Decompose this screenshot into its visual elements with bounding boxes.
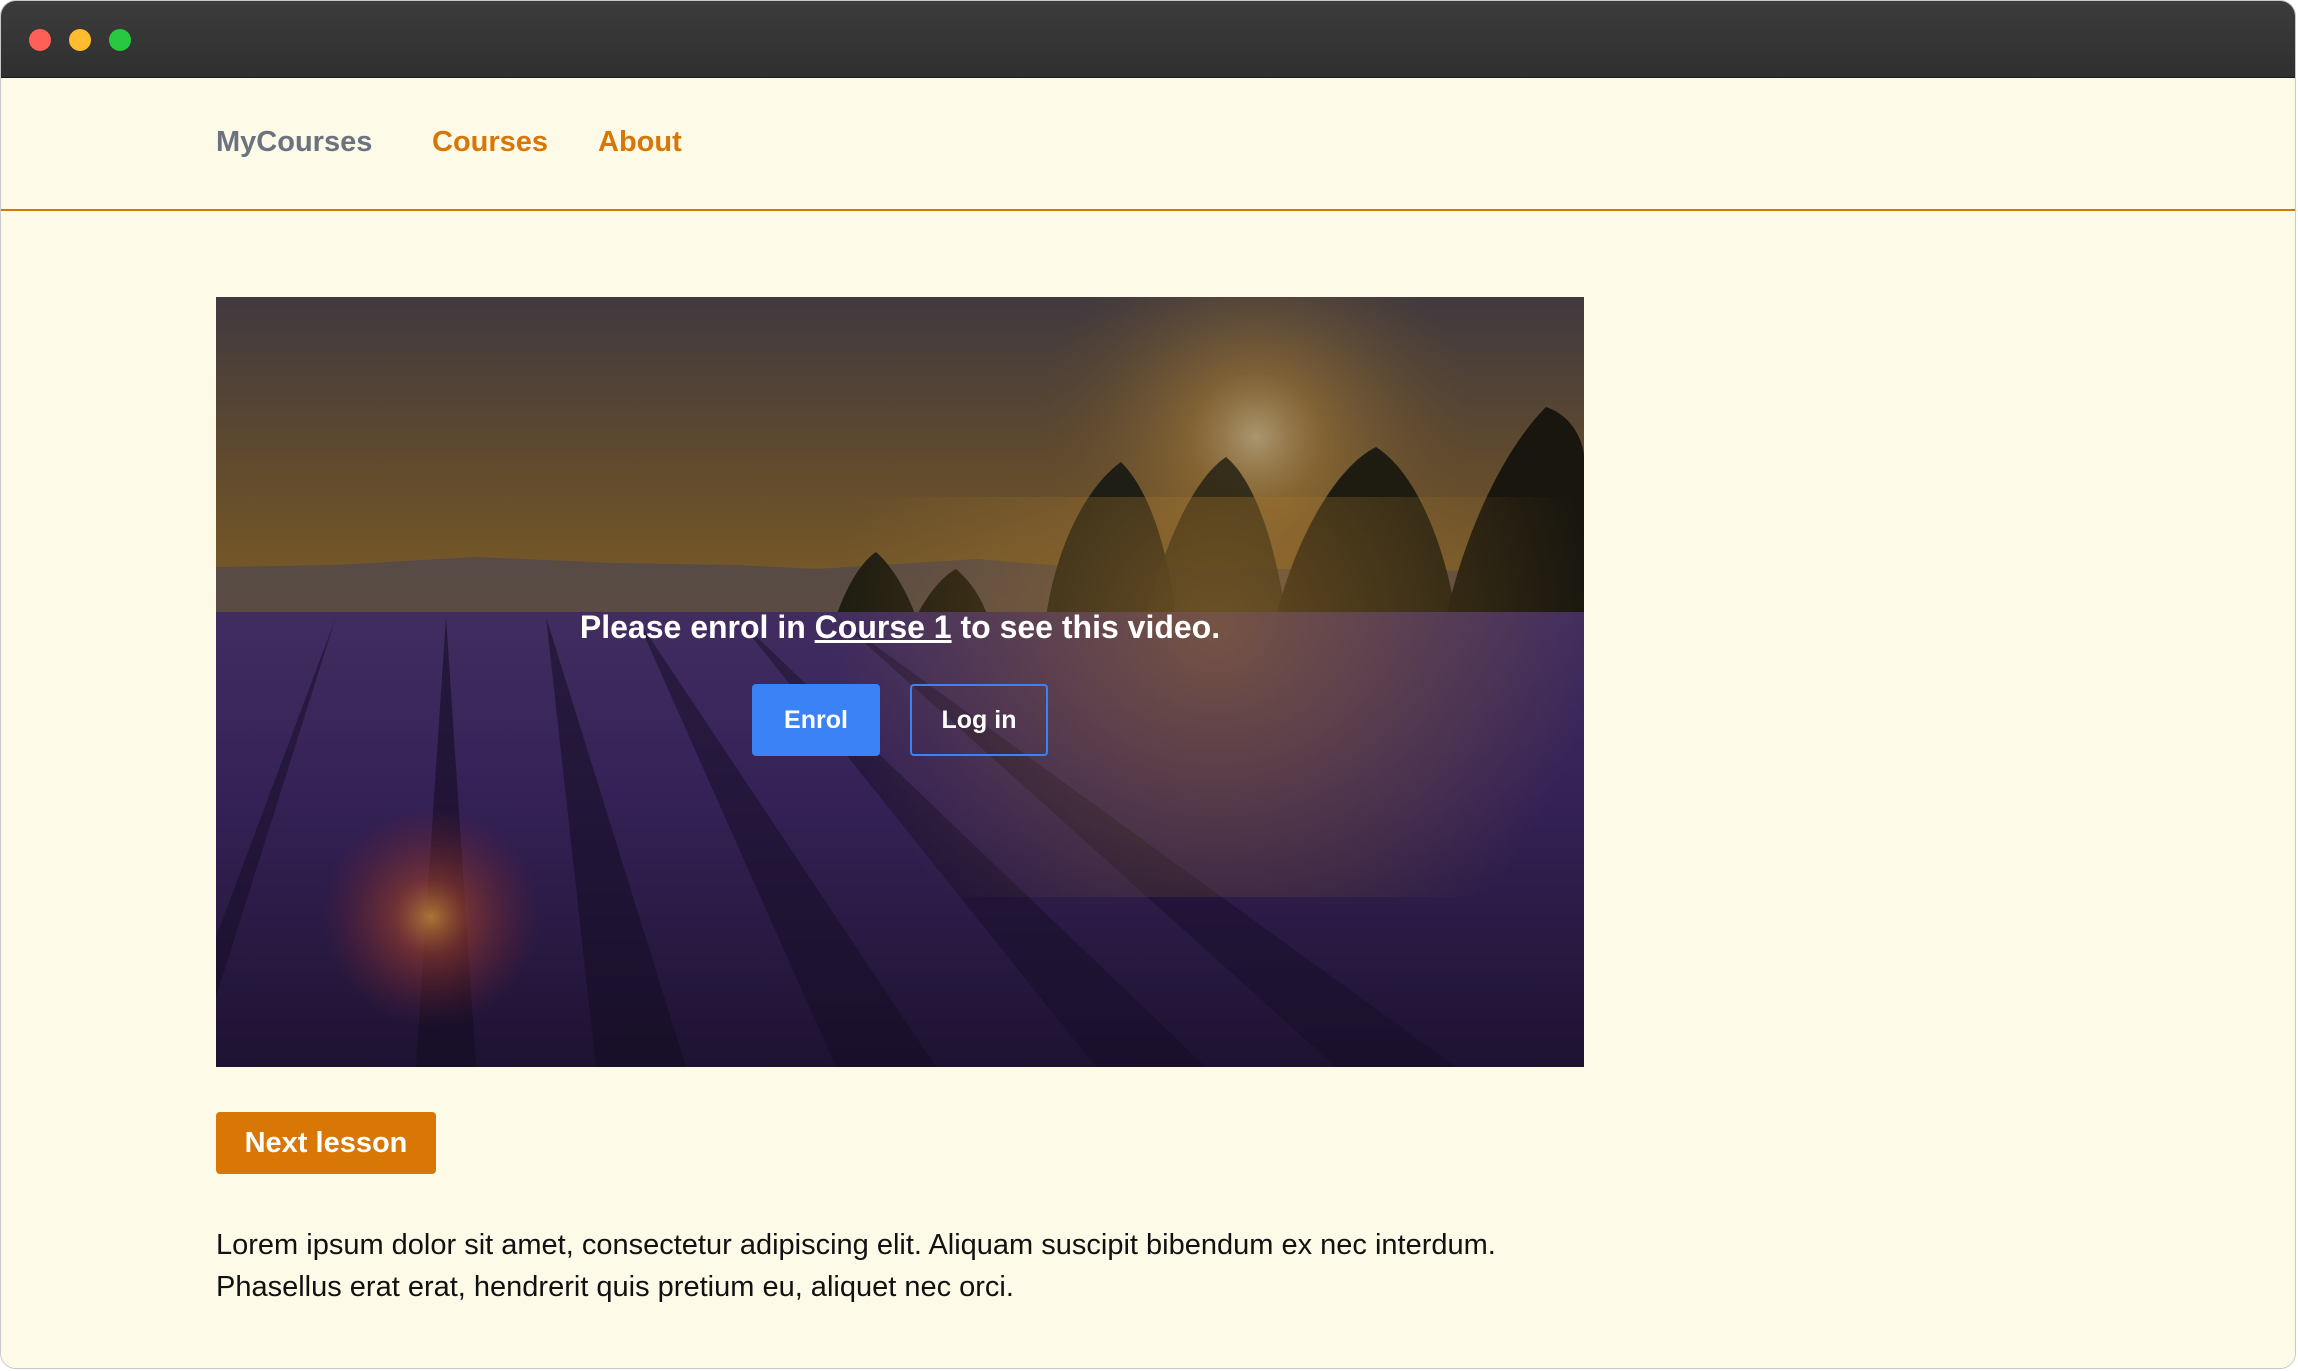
browser-window: MyCourses Courses About Please enrol in …	[0, 0, 2296, 1369]
enrol-message-before: Please enrol in	[579, 609, 806, 645]
close-window-button[interactable]	[29, 29, 51, 51]
next-lesson-button[interactable]: Next lesson	[216, 1112, 436, 1174]
brand-logo-link[interactable]: MyCourses	[216, 126, 372, 159]
enrol-message: Please enrol in Course 1 to see this vid…	[216, 609, 1584, 646]
enrol-message-after: to see this video.	[960, 609, 1221, 645]
maximize-window-button[interactable]	[109, 29, 131, 51]
enrol-button[interactable]: Enrol	[752, 684, 880, 756]
course-link[interactable]: Course 1	[815, 609, 952, 645]
login-button[interactable]: Log in	[910, 684, 1048, 756]
video-player[interactable]: Please enrol in Course 1 to see this vid…	[216, 297, 1584, 1067]
nav-link-courses[interactable]: Courses	[432, 126, 548, 159]
lesson-description-line-1: Lorem ipsum dolor sit amet, consectetur …	[216, 1229, 1496, 1261]
page-content: MyCourses Courses About Please enrol in …	[1, 78, 2295, 1368]
window-titlebar	[1, 1, 2295, 78]
top-navbar: MyCourses Courses About	[1, 78, 2295, 211]
minimize-window-button[interactable]	[69, 29, 91, 51]
video-dim-overlay	[216, 297, 1584, 1067]
lesson-description: Lorem ipsum dolor sit amet, consectetur …	[216, 1224, 1616, 1308]
nav-link-about[interactable]: About	[598, 126, 682, 159]
lesson-description-line-2: Phasellus erat erat, hendrerit quis pret…	[216, 1271, 1014, 1303]
